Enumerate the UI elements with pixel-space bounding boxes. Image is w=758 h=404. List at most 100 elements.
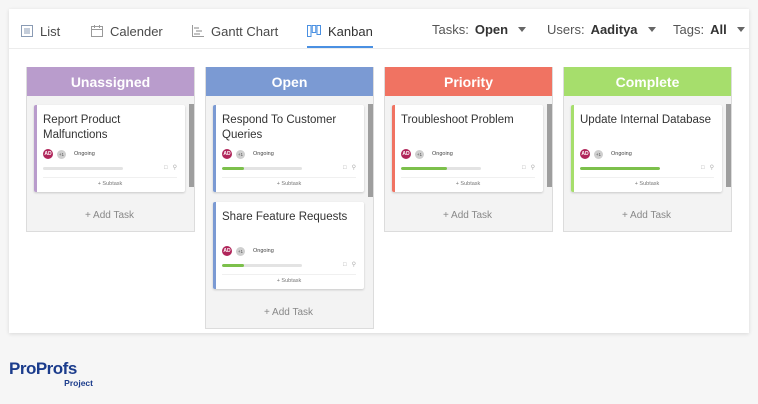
card-accent-bar xyxy=(213,202,216,289)
task-card[interactable]: Share Feature Requests AD +1 Ongoing □ ⚲ + Sub… xyxy=(213,202,364,289)
comment-icon[interactable]: □ xyxy=(343,262,347,268)
more-assignees-badge[interactable]: +1 xyxy=(57,149,66,159)
chevron-down-icon xyxy=(647,27,656,32)
progress-bar xyxy=(580,166,660,170)
tab-calender[interactable]: Calender xyxy=(91,21,163,41)
card-actions: □ ⚲ xyxy=(343,262,356,268)
column-header[interactable]: Unassigned xyxy=(27,67,194,96)
avatar[interactable]: AD xyxy=(222,149,232,159)
progress-bar xyxy=(43,166,123,170)
tab-gantt-chart[interactable]: Gantt Chart xyxy=(192,21,278,41)
tasks-filter-value: Open xyxy=(474,22,509,37)
task-title[interactable]: Respond To Customer Queries xyxy=(222,113,356,143)
column-scrollbar[interactable] xyxy=(189,104,194,187)
tasks-filter-label: Tasks: xyxy=(432,22,469,37)
avatar[interactable]: AD xyxy=(580,149,590,159)
kanban-column: Open Respond To Customer Queries AD +1 Ongoi… xyxy=(205,67,374,329)
add-subtask-button[interactable]: + Subtask xyxy=(43,177,177,187)
tags-filter-label: Tags: xyxy=(673,22,705,37)
progress-bar xyxy=(222,166,302,170)
progress-bar xyxy=(222,263,302,267)
tab-list[interactable]: List xyxy=(21,21,60,41)
column-header[interactable]: Complete xyxy=(564,67,731,96)
add-subtask-button[interactable]: + Subtask xyxy=(580,177,714,187)
task-card[interactable]: Respond To Customer Queries AD +1 Ongoing □ ⚲… xyxy=(213,105,364,192)
add-subtask-button[interactable]: + Subtask xyxy=(401,177,535,187)
task-card[interactable]: Troubleshoot Problem AD +1 Ongoing □ ⚲ + Subta… xyxy=(392,105,543,192)
users-filter-label: Users: xyxy=(547,22,585,37)
avatar[interactable]: AD xyxy=(222,246,232,256)
card-actions: □ ⚲ xyxy=(164,165,177,171)
comment-icon[interactable]: □ xyxy=(522,165,526,171)
column-scrollbar[interactable] xyxy=(726,104,731,187)
status-label: Ongoing xyxy=(253,248,274,254)
tab-kanban[interactable]: Kanban xyxy=(307,21,373,48)
task-title[interactable]: Update Internal Database xyxy=(580,113,714,143)
status-label: Ongoing xyxy=(253,151,274,157)
status-label: Ongoing xyxy=(432,151,453,157)
attachment-icon[interactable]: ⚲ xyxy=(352,165,356,171)
attachment-icon[interactable]: ⚲ xyxy=(352,262,356,268)
column-scrollbar[interactable] xyxy=(368,104,373,197)
task-title[interactable]: Report Product Malfunctions xyxy=(43,113,177,143)
users-filter[interactable]: Users: Aaditya xyxy=(547,22,656,37)
task-title[interactable]: Troubleshoot Problem xyxy=(401,113,535,143)
column-scrollbar[interactable] xyxy=(547,104,552,187)
more-assignees-badge[interactable]: +1 xyxy=(594,149,603,159)
chevron-down-icon xyxy=(736,27,745,32)
card-accent-bar xyxy=(213,105,216,192)
tasks-filter[interactable]: Tasks: Open xyxy=(432,22,527,37)
add-subtask-button[interactable]: + Subtask xyxy=(222,274,356,284)
add-task-button[interactable]: + Add Task xyxy=(392,202,543,231)
tab-calender-label: Calender xyxy=(110,23,163,39)
card-actions: □ ⚲ xyxy=(343,165,356,171)
more-assignees-badge[interactable]: +1 xyxy=(415,149,424,159)
view-toolbar: List Calender Gantt Chart Kanban Tasks: … xyxy=(9,9,749,49)
add-subtask-button[interactable]: + Subtask xyxy=(222,177,356,187)
comment-icon[interactable]: □ xyxy=(343,165,347,171)
add-task-button[interactable]: + Add Task xyxy=(213,299,364,328)
kanban-panel: List Calender Gantt Chart Kanban Tasks: … xyxy=(9,9,749,333)
column-header[interactable]: Priority xyxy=(385,67,552,96)
column-header[interactable]: Open xyxy=(206,67,373,96)
gantt-icon xyxy=(192,25,204,37)
card-meta: AD +1 Ongoing xyxy=(401,149,535,159)
task-title[interactable]: Share Feature Requests xyxy=(222,210,356,240)
progress-row: □ ⚲ xyxy=(401,164,535,172)
card-meta: AD +1 Ongoing xyxy=(580,149,714,159)
progress-fill xyxy=(580,166,660,170)
card-meta: AD +1 Ongoing xyxy=(43,149,177,159)
comment-icon[interactable]: □ xyxy=(701,165,705,171)
comment-icon[interactable]: □ xyxy=(164,165,168,171)
attachment-icon[interactable]: ⚲ xyxy=(531,165,535,171)
more-assignees-badge[interactable]: +1 xyxy=(236,246,245,256)
more-assignees-badge[interactable]: +1 xyxy=(236,149,245,159)
task-card[interactable]: Update Internal Database AD +1 Ongoing □ ⚲ + S… xyxy=(571,105,722,192)
card-accent-bar xyxy=(571,105,574,192)
progress-fill xyxy=(401,166,448,170)
card-meta: AD +1 Ongoing xyxy=(222,246,356,256)
status-label: Ongoing xyxy=(74,151,95,157)
attachment-icon[interactable]: ⚲ xyxy=(173,165,177,171)
add-task-button[interactable]: + Add Task xyxy=(571,202,722,231)
attachment-icon[interactable]: ⚲ xyxy=(710,165,714,171)
tags-filter-value: All xyxy=(710,22,727,37)
column-body: Troubleshoot Problem AD +1 Ongoing □ ⚲ + Subta… xyxy=(385,96,552,231)
tab-gantt-chart-label: Gantt Chart xyxy=(211,23,279,39)
add-task-button[interactable]: + Add Task xyxy=(34,202,185,231)
card-meta: AD +1 Ongoing xyxy=(222,149,356,159)
chevron-down-icon xyxy=(518,27,527,32)
card-accent-bar xyxy=(392,105,395,192)
tags-filter[interactable]: Tags: All xyxy=(673,22,745,37)
task-card[interactable]: Report Product Malfunctions AD +1 Ongoing □ ⚲… xyxy=(34,105,185,192)
proprofs-logo: ProProfs Project xyxy=(9,360,95,390)
kanban-column: Unassigned Report Product Malfunctions AD +… xyxy=(26,67,195,232)
avatar[interactable]: AD xyxy=(43,149,53,159)
card-actions: □ ⚲ xyxy=(701,165,714,171)
column-body: Respond To Customer Queries AD +1 Ongoing □ ⚲… xyxy=(206,96,373,328)
progress-row: □ ⚲ xyxy=(222,261,356,269)
avatar[interactable]: AD xyxy=(401,149,411,159)
users-filter-value: Aaditya xyxy=(590,22,638,37)
progress-row: □ ⚲ xyxy=(222,164,356,172)
kanban-icon xyxy=(307,25,321,37)
